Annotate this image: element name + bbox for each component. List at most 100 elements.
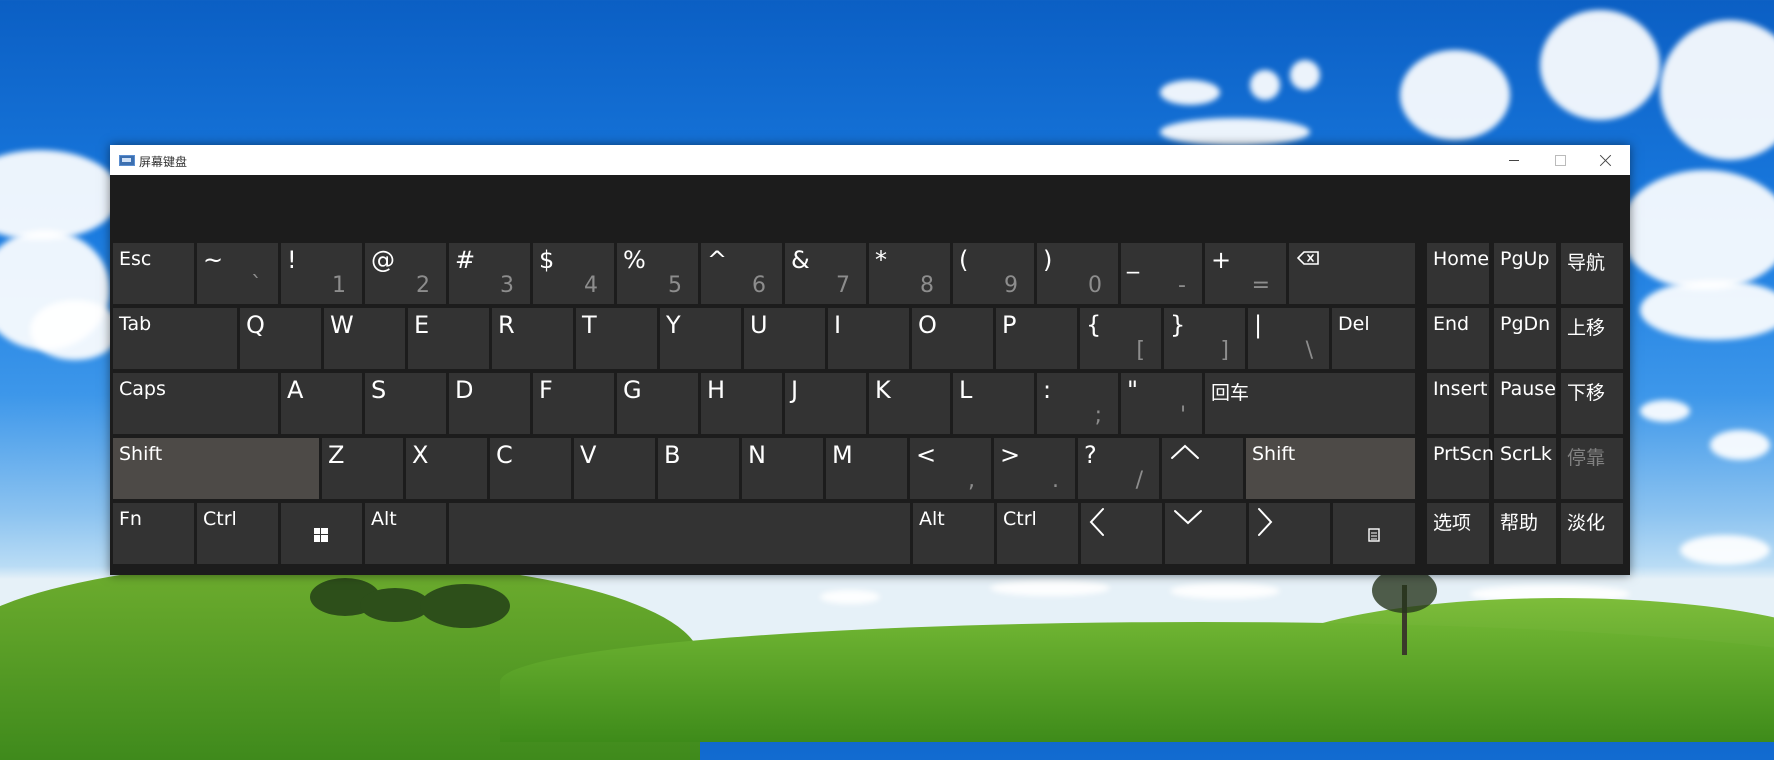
key-g[interactable]: G	[617, 373, 698, 434]
key-lctrl[interactable]: Ctrl	[197, 503, 278, 564]
key-prtscn[interactable]: PrtScn	[1427, 438, 1494, 499]
key-rshift[interactable]: Shift	[1246, 438, 1415, 499]
key-home[interactable]: Home	[1427, 243, 1489, 304]
key-quote[interactable]: " '	[1121, 373, 1202, 434]
key-7[interactable]: & 7	[785, 243, 866, 304]
key-q[interactable]: Q	[240, 308, 321, 369]
key-options[interactable]: 选项	[1427, 503, 1489, 564]
key-e[interactable]: E	[408, 308, 489, 369]
key-right[interactable]	[1249, 503, 1330, 564]
key-f[interactable]: F	[533, 373, 614, 434]
key-d[interactable]: D	[449, 373, 530, 434]
key-k[interactable]: K	[869, 373, 950, 434]
key-backspace[interactable]	[1289, 243, 1415, 304]
key-c[interactable]: C	[490, 438, 571, 499]
key-label: |	[1254, 311, 1263, 339]
key-scrlk[interactable]: ScrLk	[1494, 438, 1556, 499]
key-tab[interactable]: Tab	[113, 308, 237, 369]
key-label: PgDn	[1500, 313, 1551, 335]
key-5[interactable]: % 5	[617, 243, 698, 304]
key-v[interactable]: V	[574, 438, 655, 499]
key-pgdn[interactable]: PgDn	[1494, 308, 1556, 369]
key-moveup[interactable]: 上移	[1561, 308, 1623, 369]
key-rbrace[interactable]: }]	[1164, 308, 1245, 369]
title-bar[interactable]: 屏幕键盘	[110, 145, 1630, 175]
key-space[interactable]	[449, 503, 910, 564]
key-secondary-label: 2	[416, 273, 430, 298]
key-6[interactable]: ^ 6	[701, 243, 782, 304]
key-label: *	[875, 246, 887, 274]
key-equals[interactable]: + =	[1205, 243, 1286, 304]
key-up[interactable]	[1162, 438, 1243, 499]
key-z[interactable]: Z	[322, 438, 403, 499]
key-y[interactable]: Y	[660, 308, 741, 369]
key-label: 淡化	[1567, 512, 1606, 534]
minimize-button[interactable]	[1491, 145, 1537, 175]
key-p[interactable]: P	[996, 308, 1077, 369]
key-secondary-label: -	[1178, 273, 1186, 298]
key-label: A	[287, 376, 304, 404]
key-gt[interactable]: >.	[994, 438, 1075, 499]
key-8[interactable]: * 8	[869, 243, 950, 304]
key-a[interactable]: A	[281, 373, 362, 434]
key-fn[interactable]: Fn	[113, 503, 194, 564]
key-0[interactable]: ) 0	[1037, 243, 1118, 304]
key-4[interactable]: $4	[533, 243, 614, 304]
key-pgup[interactable]: PgUp	[1494, 243, 1556, 304]
key-rctrl[interactable]: Ctrl	[997, 503, 1078, 564]
key-3[interactable]: #3	[449, 243, 530, 304]
key-o[interactable]: O	[912, 308, 993, 369]
key-i[interactable]: I	[828, 308, 909, 369]
key-lshift[interactable]: Shift	[113, 438, 319, 499]
key-w[interactable]: W	[324, 308, 405, 369]
key-caps[interactable]: Caps	[113, 373, 278, 434]
key-pause[interactable]: Pause	[1494, 373, 1556, 434]
close-button[interactable]	[1583, 145, 1629, 175]
key-9[interactable]: (9	[953, 243, 1034, 304]
key-label: Fn	[119, 508, 142, 530]
key-lbrace[interactable]: {[	[1080, 308, 1161, 369]
key-question[interactable]: ? /	[1078, 438, 1159, 499]
key-label: Z	[328, 441, 345, 469]
key-x[interactable]: X	[406, 438, 487, 499]
key-win[interactable]	[281, 503, 362, 564]
key-n[interactable]: N	[742, 438, 823, 499]
key-help[interactable]: 帮助	[1494, 503, 1556, 564]
key-enter[interactable]: 回车	[1205, 373, 1415, 434]
window-title: 屏幕键盘	[139, 155, 188, 169]
key-1[interactable]: ! 1	[281, 243, 362, 304]
key-end[interactable]: End	[1427, 308, 1489, 369]
key-j[interactable]: J	[785, 373, 866, 434]
key-label: T	[582, 311, 597, 339]
key-del[interactable]: Del	[1332, 308, 1415, 369]
key-movedown[interactable]: 下移	[1561, 373, 1623, 434]
key-secondary-label: 8	[920, 273, 934, 298]
key-pipe[interactable]: | \	[1248, 308, 1329, 369]
key-b[interactable]: B	[658, 438, 739, 499]
key-tilde[interactable]: ~ `	[197, 243, 278, 304]
key-minus[interactable]: _ -	[1121, 243, 1202, 304]
key-2[interactable]: @2	[365, 243, 446, 304]
key-s[interactable]: S	[365, 373, 446, 434]
key-h[interactable]: H	[701, 373, 782, 434]
key-t[interactable]: T	[576, 308, 657, 369]
key-lt[interactable]: <,	[910, 438, 991, 499]
key-fade[interactable]: 淡化	[1561, 503, 1623, 564]
key-colon[interactable]: :;	[1037, 373, 1118, 434]
key-label: Insert	[1433, 378, 1488, 400]
key-nav[interactable]: 导航	[1561, 243, 1623, 304]
key-label: Tab	[119, 313, 152, 335]
key-m[interactable]: M	[826, 438, 907, 499]
key-esc[interactable]: Esc	[113, 243, 194, 304]
key-down[interactable]	[1165, 503, 1246, 564]
key-u[interactable]: U	[744, 308, 825, 369]
key-left[interactable]	[1081, 503, 1162, 564]
key-r[interactable]: R	[492, 308, 573, 369]
key-menu[interactable]	[1333, 503, 1415, 564]
key-l[interactable]: L	[953, 373, 1034, 434]
key-insert[interactable]: Insert	[1427, 373, 1489, 434]
key-secondary-label: /	[1135, 468, 1143, 493]
key-ralt[interactable]: Alt	[913, 503, 994, 564]
backspace-icon	[1296, 250, 1319, 269]
key-lalt[interactable]: Alt	[365, 503, 446, 564]
